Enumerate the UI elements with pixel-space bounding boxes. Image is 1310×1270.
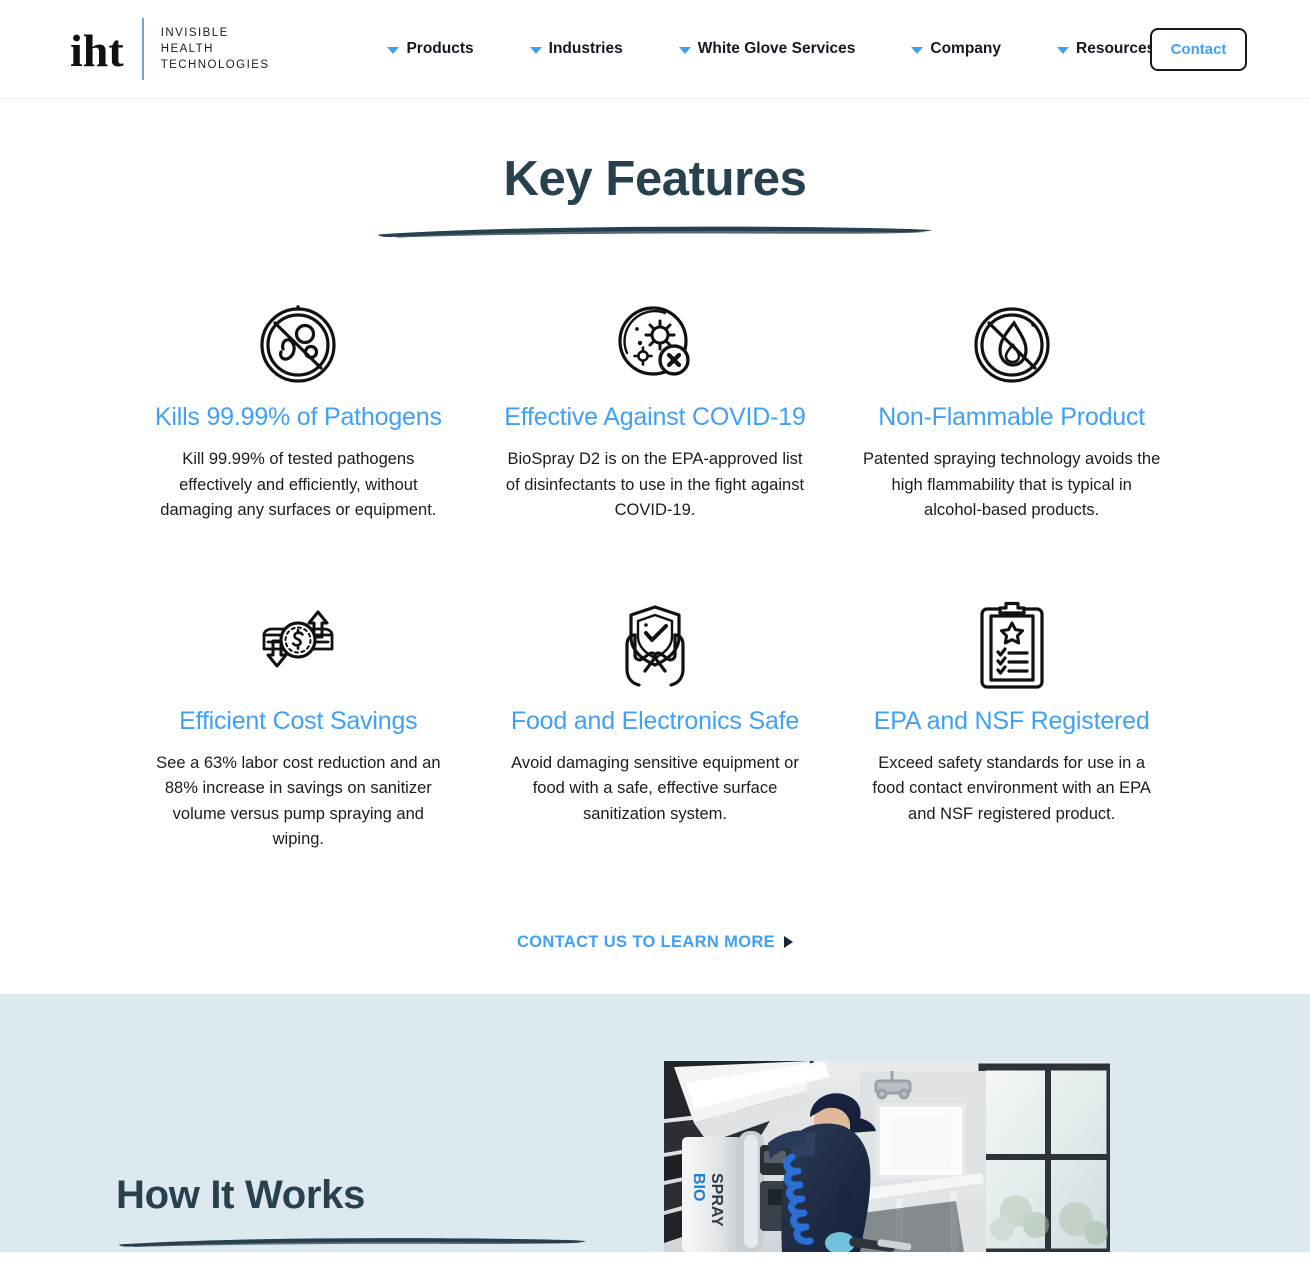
logo-mark: iht [70,25,124,76]
site-header: iht INVISIBLE HEALTH TECHNOLOGIES Produc… [0,0,1310,99]
chevron-down-icon [678,46,691,54]
clipboard-checklist-icon [857,599,1166,691]
cta-label: CONTACT US TO LEARN MORE [516,932,776,951]
logo-word-line-3: TECHNOLOGIES [160,58,270,71]
grid-row-spacer [833,524,1190,599]
chevron-down-icon [387,46,400,54]
feature-title: Kills 99.99% of Pathogens [154,403,442,431]
contact-button[interactable]: Contact [1150,28,1247,71]
nav-item-label: Company [930,40,1002,57]
feature-card-cost-savings: Efficient Cost Savings See a 63% labor c… [120,599,477,853]
feature-title: Effective Against COVID-19 [504,403,806,431]
feature-title: Efficient Cost Savings [179,706,418,735]
logo-wordmark: INVISIBLE HEALTH TECHNOLOGIES [161,27,270,72]
nav-item-label: Industries [548,40,623,57]
logo[interactable]: iht INVISIBLE HEALTH TECHNOLOGIES [70,17,269,81]
feature-description: Avoid damaging sensitive equipment or fo… [511,753,799,823]
feature-description: Exceed safety standards for use in a foo… [872,753,1151,823]
brush-underline-decoration [119,1237,586,1247]
how-it-works-section: BIO SPRAY How It Works [0,993,1310,1252]
feature-description: Patented spraying technology avoids the … [863,450,1161,519]
logo-word-line-1: INVISIBLE [160,26,229,39]
virus-blocked-icon [501,297,810,389]
nav-item-label: Products [406,40,474,57]
cta-container: CONTACT US TO LEARN MORE [0,933,1310,994]
page-title: Key Features [503,152,807,206]
logo-word-line-2: HEALTH [160,42,214,55]
nav-item-white-glove-services[interactable]: White Glove Services [678,40,884,58]
logo-divider [141,18,144,80]
main-navigation: Products Industries White Glove Services… [387,40,1183,58]
feature-description: BioSpray D2 is on the EPA-approved list … [505,450,805,519]
key-features-section: Key Features Kills 99.99% of Pathogens K… [0,99,1310,994]
feature-card-non-flammable: Non-Flammable Product Patented spraying … [833,297,1190,524]
feature-title: EPA and NSF Registered [873,706,1150,735]
feature-card-epa-nsf-registered: EPA and NSF Registered Exceed safety sta… [833,599,1190,853]
chevron-down-icon [529,46,542,54]
grid-row-spacer [120,524,477,599]
feature-card-effective-against-covid: Effective Against COVID-19 BioSpray D2 i… [477,297,834,524]
how-it-works-inner: BIO SPRAY How It Works [0,994,1310,1252]
feature-title: Food and Electronics Safe [510,706,800,735]
contact-us-learn-more-link[interactable]: CONTACT US TO LEARN MORE [516,932,794,952]
no-pathogens-icon [144,297,453,389]
no-flame-icon [857,297,1166,389]
chevron-down-icon [911,46,924,54]
nav-item-products[interactable]: Products [387,40,501,58]
how-it-works-photo: BIO SPRAY [664,1060,1110,1252]
nav-item-company[interactable]: Company [911,40,1029,58]
feature-description: See a 63% labor cost reduction and an 88… [156,753,441,849]
svg-text:BIO: BIO [690,1173,707,1201]
feature-description: Kill 99.99% of tested pathogens effectiv… [160,450,437,519]
triangle-right-icon [784,936,794,948]
brush-underline-decoration [378,226,932,238]
how-it-works-title: How It Works [116,1172,366,1217]
nav-item-label: White Glove Services [697,40,856,57]
feature-card-kills-pathogens: Kills 99.99% of Pathogens Kill 99.99% of… [120,297,477,524]
svg-text:SPRAY: SPRAY [708,1173,725,1227]
features-grid: Kills 99.99% of Pathogens Kill 99.99% of… [65,297,1245,853]
cost-savings-icon [144,599,453,691]
feature-title: Non-Flammable Product [878,403,1146,431]
nav-item-industries[interactable]: Industries [529,40,651,58]
feature-card-food-electronics-safe: Food and Electronics Safe Avoid damaging… [477,599,834,853]
chevron-down-icon [1057,46,1070,54]
grid-row-spacer [477,524,834,599]
shield-hands-icon [501,599,810,691]
nav-item-label: Resources [1076,40,1156,57]
